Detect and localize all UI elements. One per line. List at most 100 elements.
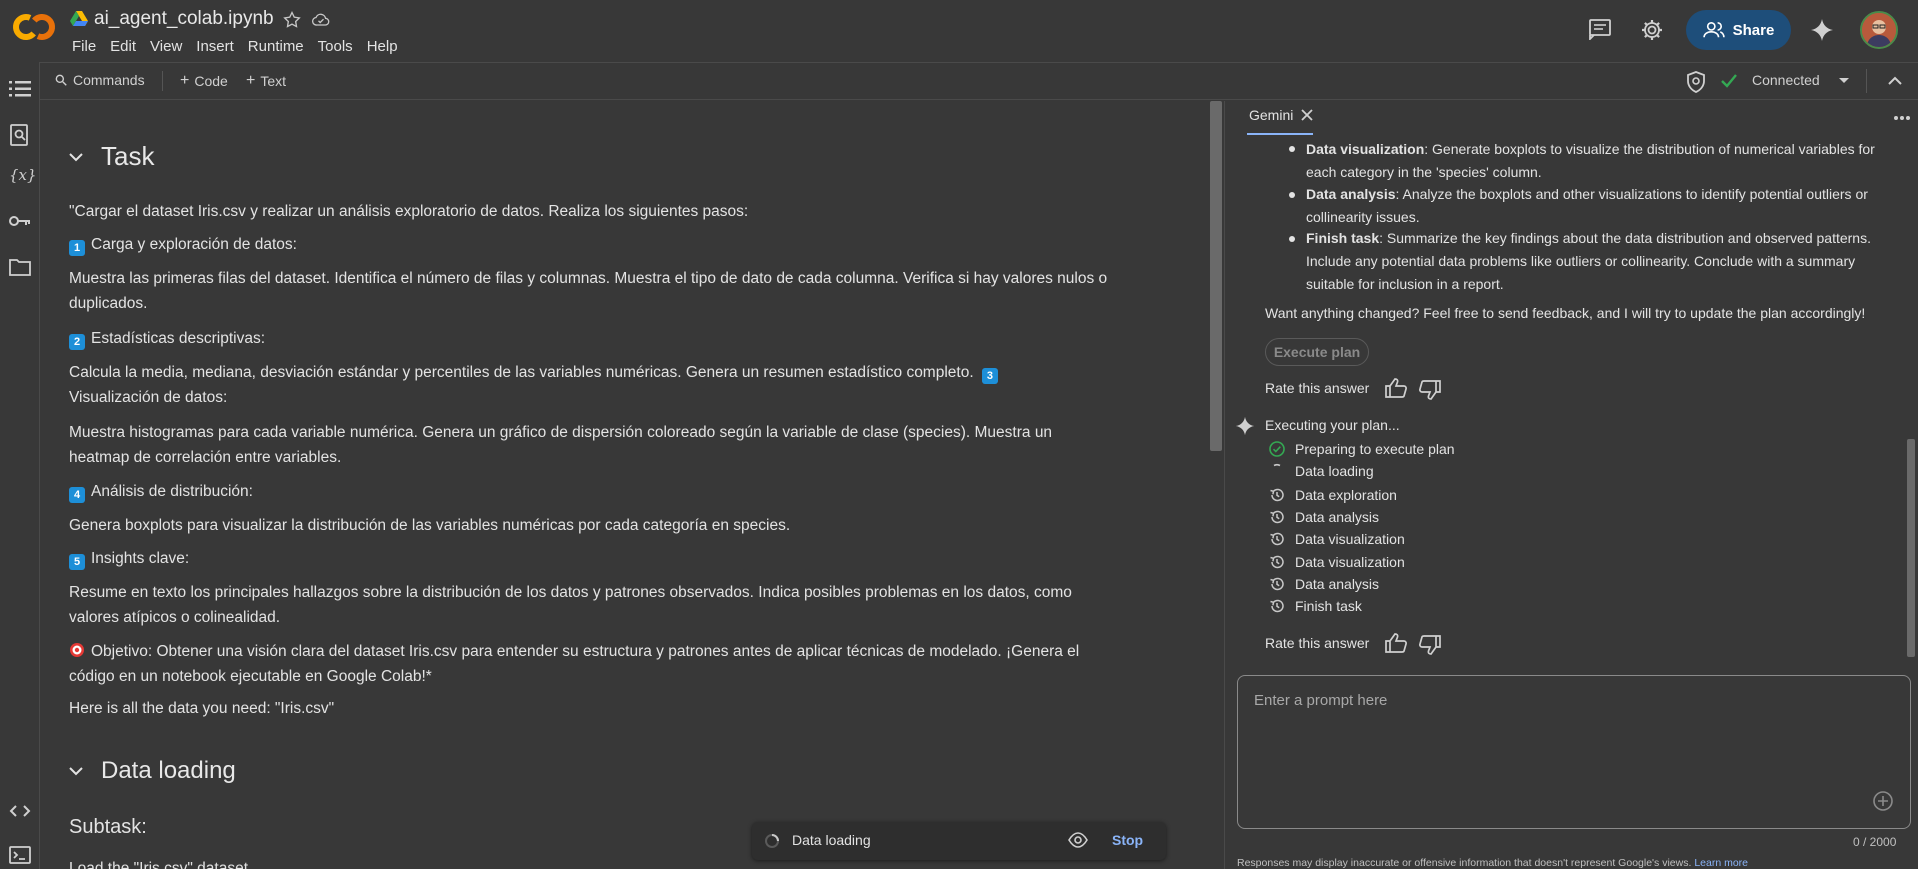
search-icon [55, 74, 67, 86]
menu-edit[interactable]: Edit [110, 38, 136, 55]
plan-item-title: Data visualization [1306, 141, 1425, 157]
plan-step: Data visualization [1269, 554, 1405, 570]
menu-tools[interactable]: Tools [318, 38, 353, 55]
variables-icon[interactable]: {x} [9, 166, 37, 184]
step5-heading: 5 Insights clave: [69, 546, 1109, 571]
prompt-input[interactable]: Enter a prompt here [1237, 675, 1911, 829]
notebook-title[interactable]: ai_agent_colab.ipynb [94, 8, 274, 30]
commands-button[interactable]: Commands [54, 72, 145, 88]
section-title: Task [101, 141, 155, 171]
gear-icon[interactable] [1640, 18, 1664, 42]
chevron-down-icon[interactable] [69, 766, 83, 776]
bullet [1289, 146, 1295, 152]
google-drive-icon [70, 11, 88, 27]
section-title: Data loading [101, 757, 236, 784]
colab-logo[interactable] [12, 12, 56, 42]
plan-step: Finish task [1269, 598, 1362, 614]
step-label: Finish task [1295, 598, 1362, 614]
execute-plan-button[interactable]: Execute plan [1265, 338, 1369, 366]
menu-file[interactable]: File [72, 38, 96, 55]
top-bar: ai_agent_colab.ipynb File Edit View Inse… [0, 0, 1918, 62]
eye-icon[interactable] [1068, 832, 1088, 848]
menu-help[interactable]: Help [367, 38, 398, 55]
star-icon[interactable] [282, 10, 302, 30]
notebook-content: Task "Cargar el dataset Iris.csv y reali… [41, 101, 1213, 869]
step1-heading: 1 Carga y exploración de datos: [69, 232, 1109, 257]
avatar[interactable] [1860, 11, 1898, 49]
step1-body: Muestra las primeras filas del dataset. … [69, 270, 1108, 312]
close-icon[interactable] [1301, 109, 1313, 121]
step-label: Data analysis [1295, 509, 1380, 525]
chevron-down-icon[interactable] [69, 152, 83, 162]
add-circle-icon[interactable] [1872, 790, 1894, 812]
thumbs-down-icon[interactable] [1419, 635, 1441, 655]
check-icon [1720, 73, 1738, 89]
learn-more-link[interactable]: Learn more [1694, 857, 1748, 869]
shield-icon[interactable] [1686, 71, 1706, 93]
plan-step: Preparing to execute plan [1269, 441, 1455, 457]
gemini-scrollbar[interactable] [1907, 439, 1915, 657]
find-replace-icon[interactable] [9, 124, 31, 146]
menu-view[interactable]: View [150, 38, 182, 55]
menu-insert[interactable]: Insert [196, 38, 234, 55]
status-label: Data loading [792, 832, 871, 848]
tab-gemini[interactable]: Gemini [1249, 107, 1313, 123]
tab-label: Gemini [1249, 107, 1294, 123]
history-icon [1270, 555, 1284, 569]
notebook-scrollbar[interactable] [1210, 101, 1222, 451]
chevron-up-icon[interactable] [1888, 75, 1902, 85]
menu-runtime[interactable]: Runtime [248, 38, 304, 55]
objective-text: Objetivo: Obtener una visión clara del d… [69, 643, 1080, 685]
disclaimer-text: Responses may display inaccurate or offe… [1237, 857, 1692, 869]
more-options-icon[interactable] [1893, 115, 1911, 121]
target-icon [69, 642, 85, 658]
thumbs-up-icon[interactable] [1385, 633, 1407, 653]
comments-icon[interactable] [1588, 18, 1612, 40]
step5-label: Insights clave: [91, 550, 190, 567]
folder-icon[interactable] [9, 258, 31, 276]
prompt-placeholder: Enter a prompt here [1254, 692, 1388, 709]
history-icon [1270, 510, 1284, 524]
keycap-5-icon: 5 [69, 554, 85, 570]
table-of-contents-icon[interactable] [9, 80, 31, 98]
plan-item: Finish task: Summarize the key findings … [1306, 227, 1896, 296]
share-button[interactable]: Share [1686, 10, 1791, 50]
step-label: Data loading [1295, 463, 1374, 479]
add-text-button[interactable]: + Text [246, 72, 286, 90]
history-icon [1270, 488, 1284, 502]
stop-button[interactable]: Stop [1112, 832, 1143, 848]
gemini-spark-icon[interactable] [1810, 18, 1834, 42]
plan-item: Data visualization: Generate boxplots to… [1306, 138, 1906, 184]
keycap-2-icon: 2 [69, 334, 85, 350]
plan-item-text: : Summarize the key findings about the d… [1306, 230, 1871, 292]
chevron-down-icon[interactable] [1838, 77, 1850, 85]
thumbs-down-icon[interactable] [1419, 380, 1441, 400]
step2-label: Estadísticas descriptivas: [91, 330, 266, 347]
thumbs-up-icon[interactable] [1385, 378, 1407, 398]
key-icon[interactable] [9, 214, 31, 228]
spinner-icon [764, 833, 780, 849]
add-code-button[interactable]: + Code [180, 72, 228, 90]
task-intro: "Cargar el dataset Iris.csv y realizar u… [69, 203, 749, 220]
step-label: Data analysis [1295, 576, 1380, 592]
terminal-icon[interactable] [9, 846, 31, 864]
step4-label: Análisis de distribución: [91, 483, 253, 500]
section-data-loading[interactable]: Data loading [69, 757, 236, 785]
divider [162, 71, 163, 91]
section-task[interactable]: Task [69, 141, 154, 172]
plan-item: Data analysis: Analyze the boxplots and … [1306, 183, 1876, 229]
step2-body: Calcula la media, mediana, desviación es… [69, 360, 1109, 410]
plan-step: Data analysis [1269, 509, 1379, 525]
code-snippets-icon[interactable] [9, 804, 31, 818]
plus-icon: + [180, 72, 190, 89]
tab-indicator [1247, 133, 1313, 135]
step2-heading: 2 Estadísticas descriptivas: [69, 326, 1109, 351]
connection-label: Connected [1752, 72, 1820, 88]
left-rail: {x} [0, 62, 40, 869]
keycap-1-icon: 1 [69, 240, 85, 256]
rate-label: Rate this answer [1265, 635, 1370, 651]
executing-label: Executing your plan... [1265, 417, 1400, 433]
plan-step: Data visualization [1269, 531, 1405, 547]
runtime-status[interactable]: Connected [1752, 72, 1820, 88]
cloud-saved-icon[interactable] [310, 10, 332, 30]
